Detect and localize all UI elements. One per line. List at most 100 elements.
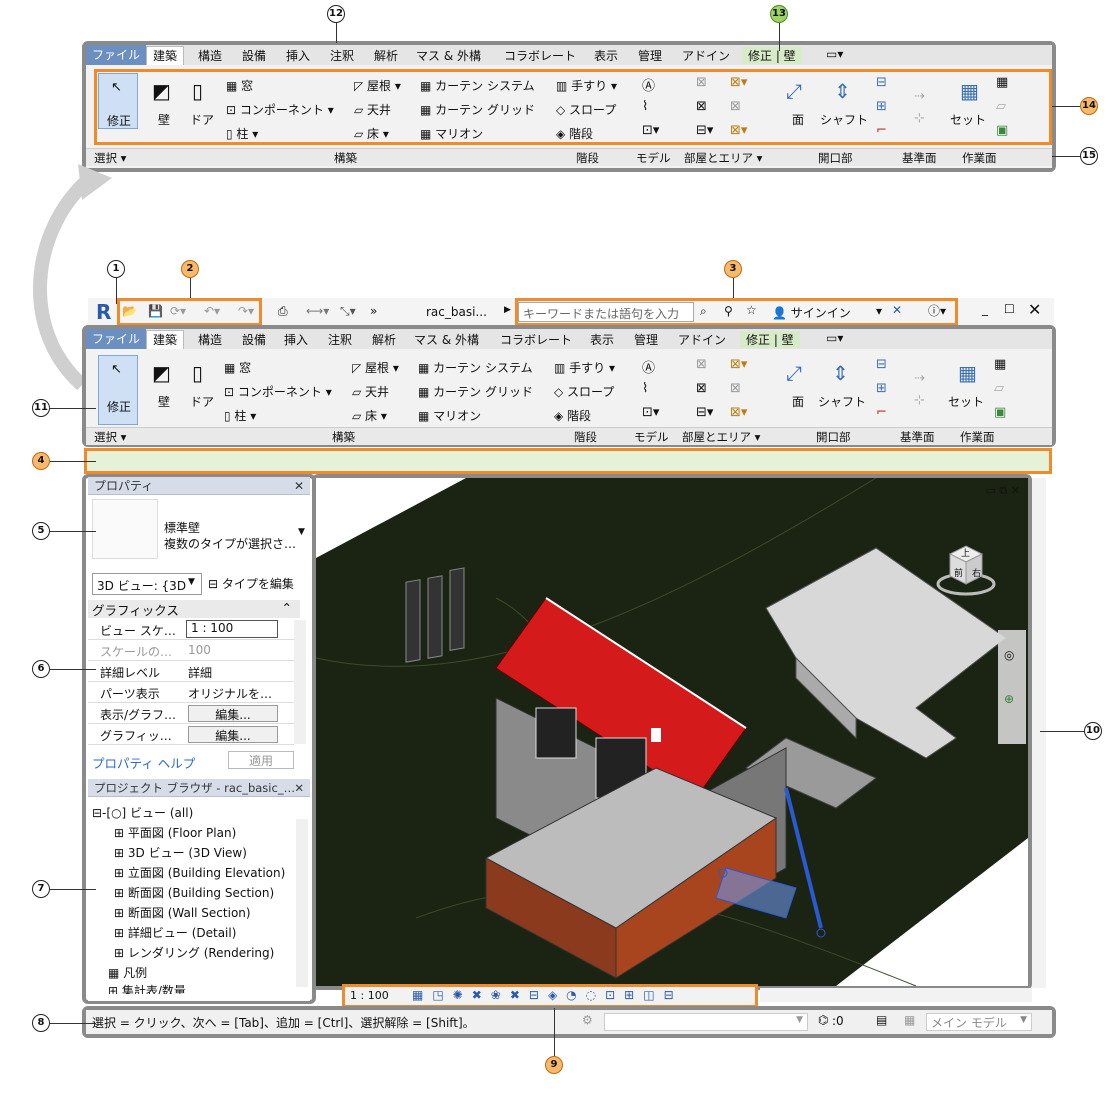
properties-close-icon[interactable]: ✕	[294, 477, 304, 495]
main-railing-button[interactable]: ▥ 手すり ▾	[554, 359, 615, 376]
main-opening-face-button[interactable]: 面	[792, 393, 804, 410]
filter-icon[interactable]: ⌬	[818, 1013, 828, 1027]
main-area-icon[interactable]: ⊠▾	[730, 357, 747, 372]
main-component-button[interactable]: ⊡ コンポーネント ▾	[224, 383, 332, 400]
tab-modify-walls[interactable]: 修正 | 壁	[742, 47, 802, 64]
main-model-text-icon[interactable]: Ⓐ	[642, 357, 655, 376]
tree-root[interactable]: ⊟-[○] ビュー (all)	[92, 804, 193, 821]
main-panel-room-area[interactable]: 部屋とエリア ▾	[682, 429, 760, 445]
prop-row[interactable]: パーツ表示 オリジナルを…	[88, 683, 294, 703]
tab-structure[interactable]: 構造	[198, 47, 222, 64]
main-curtain-system-button[interactable]: ▦ カーテン システム	[418, 359, 533, 376]
main-dormer-opening-icon[interactable]: ⌐	[876, 405, 887, 420]
workset-icon[interactable]: ⚙	[582, 1013, 593, 1027]
tree-legends[interactable]: ▦ 凡例	[108, 964, 147, 981]
tab-file[interactable]: ファイル	[86, 45, 147, 65]
vertical-scrollbar[interactable]	[1032, 478, 1046, 988]
minimize-icon[interactable]: _	[982, 302, 988, 316]
main-roof-button[interactable]: ◸ 屋根 ▾	[352, 359, 399, 376]
viewcube-right[interactable]: 右	[972, 566, 981, 579]
main-curtain-grid-button[interactable]: ▦ カーテン グリッド	[418, 383, 533, 400]
tab-manage[interactable]: 管理	[638, 47, 662, 64]
main-tab-manage[interactable]: 管理	[634, 331, 658, 348]
panel-room-area[interactable]: 部屋とエリア ▾	[684, 150, 762, 166]
design-option-selector[interactable]: メイン モデル ▼	[926, 1013, 1032, 1031]
browser-close-icon[interactable]: ✕	[294, 779, 304, 797]
main-window-button[interactable]: ▦ 窓	[224, 359, 251, 376]
main-tab-view[interactable]: 表示	[590, 331, 614, 348]
main-level-icon[interactable]: ⇢	[914, 371, 925, 386]
tab-analyze[interactable]: 解析	[374, 47, 398, 64]
measure-icon[interactable]: ⟷▾	[306, 304, 329, 318]
viewcube[interactable]: 上 前 右	[936, 540, 996, 600]
edit-type-button[interactable]: ⊟ タイプを編集	[208, 575, 294, 592]
main-tab-collaborate[interactable]: コラボレート	[500, 331, 572, 348]
main-panel-select[interactable]: 選択 ▾	[94, 429, 126, 445]
apply-button[interactable]: 適用	[228, 751, 294, 769]
view-selector-dropdown-icon[interactable]: ▼	[188, 577, 195, 587]
main-tab-analyze[interactable]: 解析	[372, 331, 396, 348]
main-tab-architecture[interactable]: 建築	[146, 330, 185, 349]
app-logo-icon[interactable]: R	[96, 300, 111, 324]
steering-wheel-icon[interactable]: ◎	[1004, 648, 1014, 662]
editing-requests-icon[interactable]: ▤	[876, 1013, 887, 1027]
main-viewer-icon[interactable]: ▣	[994, 405, 1006, 420]
main-modify-button[interactable]: ↖ 修正	[98, 355, 138, 425]
workset-selector[interactable]: ▼	[604, 1013, 808, 1031]
navigation-bar[interactable]: ◎ ⊕	[998, 630, 1026, 744]
main-ribbon-display-toggle[interactable]: ▭▾	[826, 331, 843, 345]
main-tab-systems[interactable]: 設備	[242, 331, 266, 348]
main-room-tag-icon[interactable]: ⊠	[696, 381, 707, 396]
main-show-workplane-icon[interactable]: ▦	[994, 357, 1006, 372]
main-model-line-icon[interactable]: ⌇	[642, 381, 648, 396]
tab-architecture[interactable]: 建築	[146, 46, 185, 65]
browser-scrollbar[interactable]	[296, 819, 308, 987]
main-model-group-icon[interactable]: ⊡▾	[642, 405, 659, 420]
close-icon[interactable]: ✕	[1028, 300, 1041, 319]
overflow-icon[interactable]: »	[370, 304, 377, 318]
main-door-button[interactable]: ドア	[190, 393, 214, 410]
main-room-separator-icon[interactable]: ⊟▾	[696, 405, 713, 420]
main-stair-button[interactable]: ◈ 階段	[554, 407, 591, 424]
main-wall-opening-icon[interactable]: ⊟	[876, 357, 887, 372]
view-selector[interactable]: 3D ビュー: {3D	[92, 573, 202, 595]
viewcube-front[interactable]: 前	[954, 566, 963, 579]
tree-item[interactable]: ⊞ レンダリング (Rendering)	[114, 944, 274, 961]
view-scale-value[interactable]: 1 : 100	[186, 620, 278, 638]
main-grid-icon[interactable]: ⊹	[914, 393, 925, 408]
main-tab-addins[interactable]: アドイン	[678, 331, 726, 348]
ribbon-display-toggle[interactable]: ▭▾	[826, 47, 843, 61]
tab-annotate[interactable]: 注釈	[330, 47, 354, 64]
tree-schedules[interactable]: ⊞ 集計表/数量	[108, 982, 186, 994]
properties-help-link[interactable]: プロパティ ヘルプ	[92, 753, 195, 772]
graphics-section-header[interactable]: グラフィックス ⌃	[88, 600, 300, 618]
main-wall-button[interactable]: 壁	[158, 393, 170, 410]
main-tab-insert[interactable]: 挿入	[284, 331, 308, 348]
design-options-icon[interactable]: ▦	[904, 1013, 915, 1027]
tab-systems[interactable]: 設備	[242, 47, 266, 64]
viewcube-top[interactable]: 上	[961, 546, 970, 559]
main-ceiling-button[interactable]: ▱ 天井	[352, 383, 389, 400]
main-ref-plane-icon[interactable]: ▱	[994, 381, 1004, 396]
vg-edit-button[interactable]: 編集...	[188, 705, 278, 722]
tree-item[interactable]: ⊞ 平面図 (Floor Plan)	[114, 824, 236, 841]
tab-collaborate[interactable]: コラボレート	[504, 47, 576, 64]
main-tab-massing[interactable]: マス & 外構	[414, 331, 479, 348]
prop-row[interactable]: 詳細レベル 詳細	[88, 662, 294, 682]
main-mullion-button[interactable]: ▦ マリオン	[418, 407, 481, 424]
main-tab-file[interactable]: ファイル	[86, 329, 147, 349]
tree-item[interactable]: ⊞ 詳細ビュー (Detail)	[114, 924, 236, 941]
tree-item[interactable]: ⊞ 断面図 (Wall Section)	[114, 904, 251, 921]
tab-insert[interactable]: 挿入	[286, 47, 310, 64]
main-tab-modify-walls[interactable]: 修正 | 壁	[740, 331, 800, 348]
options-bar[interactable]	[84, 448, 1052, 474]
properties-scrollbar[interactable]	[294, 620, 306, 744]
main-area-tag-icon[interactable]: ⊠▾	[730, 405, 747, 420]
drawing-area[interactable]: ▭ ⧉ ✕ 上 前 右 ◎ ⊕	[316, 478, 1028, 986]
tab-addins[interactable]: アドイン	[682, 47, 730, 64]
main-ramp-button[interactable]: ◇ スロープ	[554, 383, 614, 400]
tab-view[interactable]: 表示	[594, 47, 618, 64]
main-floor-button[interactable]: ▱ 床 ▾	[352, 407, 387, 424]
tree-item[interactable]: ⊞ 立面図 (Building Elevation)	[114, 864, 285, 881]
maximize-icon[interactable]: ☐	[1004, 302, 1015, 316]
